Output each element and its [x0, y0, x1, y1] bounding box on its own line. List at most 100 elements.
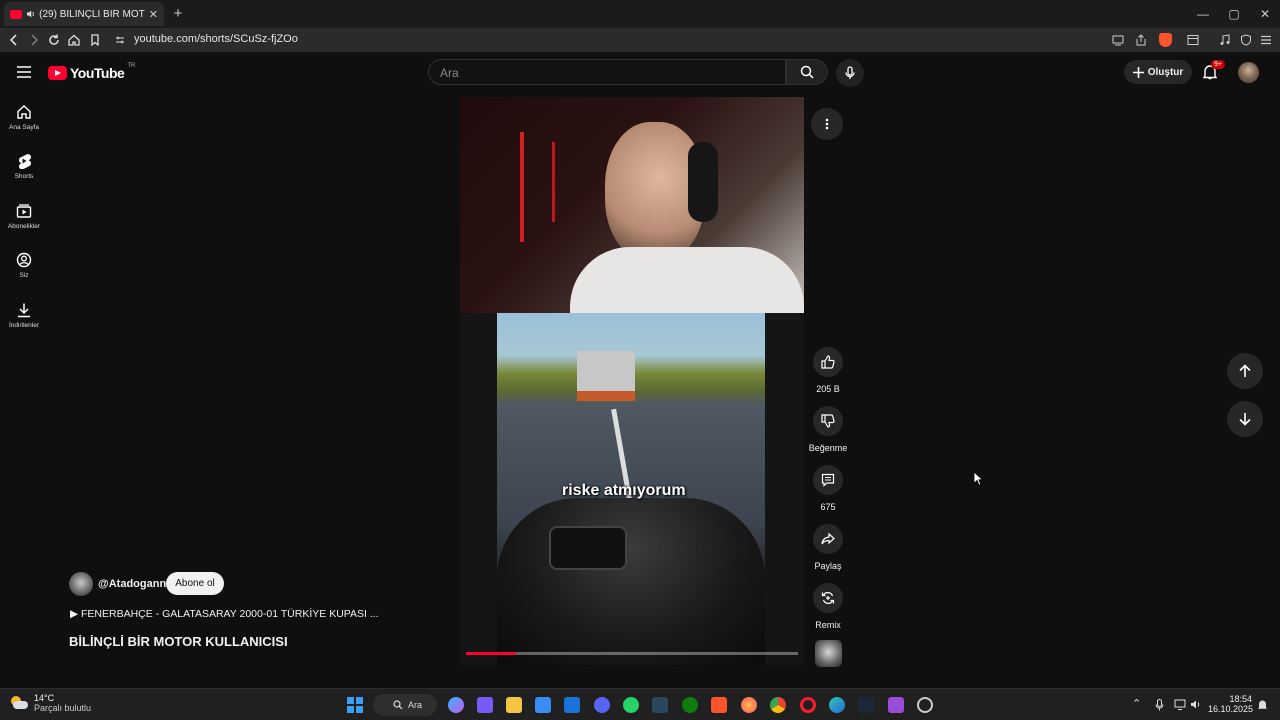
sidebar-label-subscriptions: Abonelikler — [7, 223, 41, 230]
audio-playing-icon[interactable] — [26, 9, 36, 19]
remix-action[interactable]: Remix — [808, 583, 848, 630]
hamburger-menu-icon[interactable] — [17, 66, 31, 78]
tray-overflow-icon[interactable]: ⌃ — [1132, 697, 1141, 710]
sidebar-item-home[interactable]: Ana Sayfa — [0, 104, 48, 131]
steam-app-icon[interactable] — [858, 697, 874, 713]
partly-cloudy-icon — [10, 696, 28, 710]
sidebar-toggle-icon[interactable] — [1187, 34, 1199, 46]
new-tab-button[interactable]: + — [170, 6, 186, 22]
next-short-button[interactable] — [1227, 401, 1263, 437]
steam-icon[interactable] — [652, 697, 668, 713]
store-icon[interactable] — [535, 697, 551, 713]
menu-icon[interactable] — [1260, 34, 1272, 46]
edge-icon[interactable] — [829, 697, 845, 713]
like-count: 205 B — [816, 384, 840, 394]
notifications-button[interactable]: 9+ — [1203, 60, 1225, 80]
copilot-icon[interactable] — [448, 697, 464, 713]
chrome-icon[interactable] — [770, 697, 786, 713]
bookmark-icon[interactable] — [89, 34, 101, 46]
game-app-icon[interactable] — [888, 697, 904, 713]
search-box[interactable]: Ara — [428, 59, 786, 85]
previous-short-button[interactable] — [1227, 353, 1263, 389]
sidebar-label-you: Siz — [19, 272, 29, 279]
close-window-button[interactable]: ✕ — [1257, 6, 1273, 22]
shorts-video-player[interactable]: riske atmıyorum — [460, 97, 804, 665]
subscribe-button[interactable]: Abone ol — [166, 572, 224, 595]
clock[interactable]: 18:54 16.10.2025 — [1208, 694, 1253, 714]
channel-avatar[interactable] — [69, 572, 93, 596]
music-track[interactable]: ▶ FENERBAHÇE - GALATASARAY 2000-01 TÜRKİ… — [70, 608, 379, 620]
more-options-button[interactable] — [811, 108, 843, 140]
sidebar-label-shorts: Shorts — [14, 173, 34, 180]
firefox-icon[interactable] — [741, 697, 757, 713]
account-avatar[interactable] — [1238, 62, 1259, 83]
settings-icon[interactable] — [917, 697, 933, 713]
comments-action[interactable]: 675 — [808, 465, 848, 512]
like-button[interactable] — [813, 347, 843, 377]
start-button[interactable] — [347, 697, 363, 713]
sidebar-item-shorts[interactable]: Shorts — [0, 153, 48, 180]
plus-icon — [1132, 66, 1144, 78]
sound-thumbnail[interactable] — [815, 640, 842, 667]
create-button[interactable]: Oluştur — [1124, 60, 1192, 84]
home-browser-icon[interactable] — [68, 34, 80, 46]
vpn-shield-icon[interactable] — [1240, 34, 1252, 46]
taskbar-search[interactable]: Ara — [373, 694, 437, 716]
close-tab-icon[interactable]: ✕ — [149, 8, 158, 21]
clock-time: 18:54 — [1229, 694, 1252, 704]
xbox-icon[interactable] — [682, 697, 698, 713]
windows-taskbar: 14°C Parçalı bulutlu Ara ⌃ 18:54 16.10.2… — [0, 688, 1280, 720]
youtube-wordmark: YouTube — [70, 65, 125, 81]
remix-button[interactable] — [813, 583, 843, 613]
share-button[interactable] — [813, 524, 843, 554]
channel-name[interactable]: @Atadogann — [98, 578, 166, 590]
sidebar-item-downloads[interactable]: İndirilenler — [0, 302, 48, 329]
notification-center-icon[interactable] — [1257, 699, 1268, 711]
search-button[interactable] — [786, 59, 828, 85]
minimize-button[interactable]: — — [1195, 6, 1211, 22]
video-title: BİLİNÇLİ BİR MOTOR KULLANICISI — [69, 634, 288, 649]
voice-search-button[interactable] — [836, 59, 864, 87]
widgets-icon[interactable] — [477, 697, 493, 713]
site-info-icon[interactable] — [115, 35, 125, 45]
maximize-button[interactable]: ▢ — [1226, 6, 1242, 22]
search-input[interactable]: Ara — [440, 66, 459, 80]
forward-icon[interactable] — [28, 34, 40, 46]
network-icon[interactable] — [1174, 699, 1186, 710]
subscriptions-icon — [16, 204, 32, 218]
volume-icon[interactable] — [1190, 699, 1201, 710]
share-action[interactable]: Paylaş — [808, 524, 848, 571]
media-icon[interactable] — [1219, 34, 1231, 46]
sidebar-item-subscriptions[interactable]: Abonelikler — [0, 203, 48, 230]
cast-icon[interactable] — [1112, 34, 1124, 46]
discord-icon[interactable] — [594, 697, 610, 713]
youtube-logo[interactable]: YouTube TR — [48, 63, 135, 81]
url-text[interactable]: youtube.com/shorts/SCuSz-fjZOo — [134, 33, 298, 45]
weather-widget[interactable]: 14°C Parçalı bulutlu — [10, 693, 91, 713]
opera-icon[interactable] — [800, 697, 816, 713]
share-page-icon[interactable] — [1135, 34, 1147, 46]
tray-microphone-icon[interactable] — [1155, 699, 1164, 711]
whatsapp-icon[interactable] — [623, 697, 639, 713]
home-icon — [17, 105, 31, 119]
led-strip — [552, 142, 555, 222]
sidebar-item-you[interactable]: Siz — [0, 252, 48, 279]
file-explorer-icon[interactable] — [506, 697, 522, 713]
remix-label: Remix — [815, 620, 841, 630]
comments-button[interactable] — [813, 465, 843, 495]
video-progress-bar[interactable] — [466, 652, 798, 655]
browser-tab[interactable]: (29) BİLİNÇLİ BİR MOTOR KULL ✕ — [4, 2, 164, 26]
dislike-button[interactable] — [813, 406, 843, 436]
outlook-icon[interactable] — [564, 697, 580, 713]
headphones — [688, 142, 718, 222]
weather-description: Parçalı bulutlu — [34, 703, 92, 713]
arrow-down-icon — [1239, 413, 1251, 426]
brave-shield-icon[interactable] — [1159, 33, 1172, 47]
share-arrow-icon — [821, 532, 835, 545]
reload-icon[interactable] — [48, 34, 60, 46]
back-icon[interactable] — [8, 34, 20, 46]
dislike-action[interactable]: Beğenme — [808, 406, 848, 453]
brave-browser-icon[interactable] — [711, 697, 727, 713]
share-label: Paylaş — [814, 561, 842, 571]
like-action[interactable]: 205 B — [808, 347, 848, 394]
